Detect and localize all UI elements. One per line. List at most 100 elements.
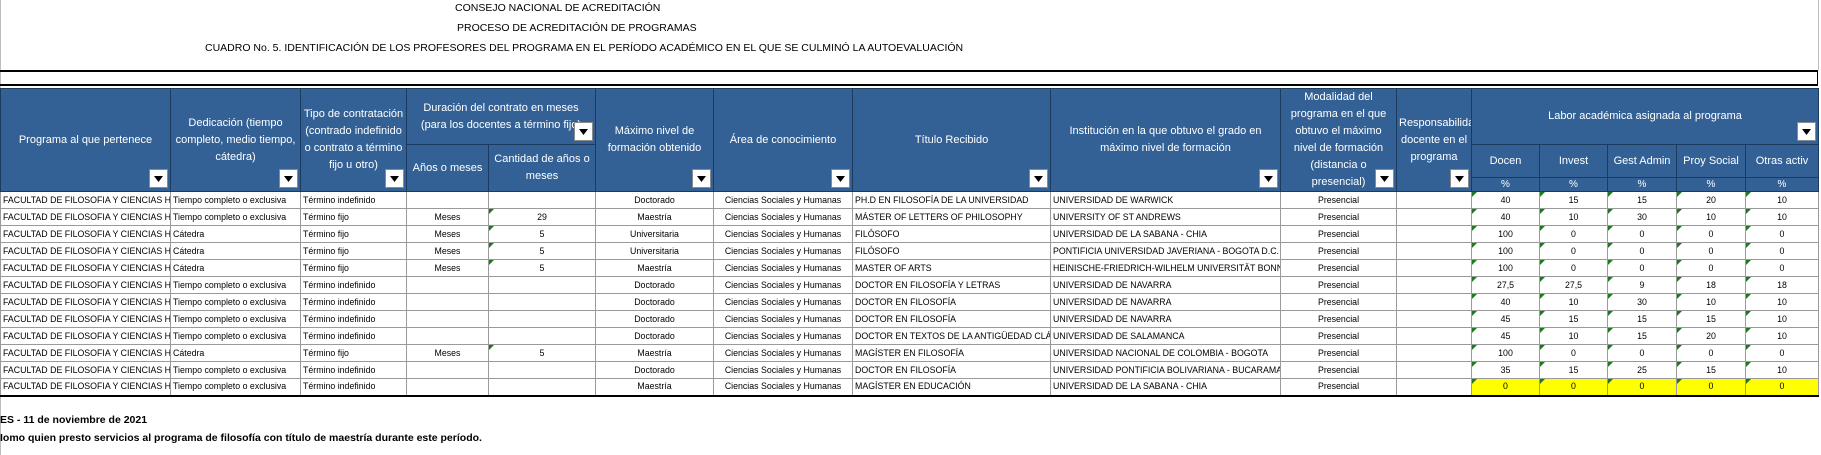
cell-responsabilidad[interactable] [1396, 378, 1472, 397]
cell-responsabilidad[interactable] [1396, 208, 1472, 226]
cell-modalidad[interactable]: Presencial [1280, 225, 1397, 243]
cell-nivel[interactable]: Doctorado [595, 310, 714, 328]
cell-invest[interactable]: 0 [1539, 225, 1608, 243]
cell-proy-social[interactable]: 15 [1676, 310, 1746, 328]
cell-tipo[interactable]: Término indefinido [300, 361, 407, 379]
cell-anos-meses[interactable]: Meses [406, 225, 489, 243]
cell-programa[interactable]: FACULTAD DE FILOSOFIA Y CIENCIAS HUMANAS [0, 191, 171, 209]
cell-anos-meses[interactable] [406, 276, 489, 294]
cell-institucion[interactable]: UNIVERSIDAD PONTIFICIA BOLIVARIANA - BUC… [1050, 361, 1281, 379]
cell-docen[interactable]: 100 [1471, 259, 1540, 277]
cell-invest[interactable]: 0 [1539, 242, 1608, 260]
cell-programa[interactable]: FACULTAD DE FILOSOFIA Y CIENCIAS HUMANAS [0, 208, 171, 226]
cell-dedicacion[interactable]: Cátedra [170, 225, 301, 243]
cell-titulo[interactable]: MÁSTER OF LETTERS OF PHILOSOPHY [852, 208, 1051, 226]
cell-titulo[interactable]: MAGÍSTER EN EDUCACIÓN [852, 378, 1051, 397]
table-row[interactable]: FACULTAD DE FILOSOFIA Y CIENCIAS HUMANAS… [0, 378, 1820, 397]
cell-cantidad[interactable] [488, 293, 596, 311]
cell-dedicacion[interactable]: Tiempo completo o exclusiva [170, 378, 301, 397]
cell-cantidad[interactable] [488, 310, 596, 328]
cell-titulo[interactable]: DOCTOR EN TEXTOS DE LA ANTIGÜEDAD CLÁSIC… [852, 327, 1051, 345]
cell-institucion[interactable]: UNIVERSIDAD DE WARWICK [1050, 191, 1281, 209]
cell-cantidad[interactable]: 5 [488, 259, 596, 277]
cell-anos-meses[interactable] [406, 310, 489, 328]
cell-cantidad[interactable]: 5 [488, 242, 596, 260]
cell-responsabilidad[interactable] [1396, 276, 1472, 294]
cell-gest-admin[interactable]: 0 [1607, 242, 1677, 260]
table-row[interactable]: FACULTAD DE FILOSOFIA Y CIENCIAS HUMANAS… [0, 310, 1820, 328]
cell-responsabilidad[interactable] [1396, 225, 1472, 243]
cell-programa[interactable]: FACULTAD DE FILOSOFIA Y CIENCIAS HUMANAS [0, 259, 171, 277]
cell-area[interactable]: Ciencias Sociales y Humanas [713, 293, 853, 311]
cell-modalidad[interactable]: Presencial [1280, 361, 1397, 379]
cell-programa[interactable]: FACULTAD DE FILOSOFIA Y CIENCIAS HUMANAS [0, 293, 171, 311]
cell-titulo[interactable]: DOCTOR EN FILOSOFÍA Y LETRAS [852, 276, 1051, 294]
cell-docen[interactable]: 27,5 [1471, 276, 1540, 294]
cell-cantidad[interactable] [488, 378, 596, 397]
cell-anos-meses[interactable]: Meses [406, 242, 489, 260]
cell-dedicacion[interactable]: Tiempo completo o exclusiva [170, 361, 301, 379]
cell-gest-admin[interactable]: 0 [1607, 344, 1677, 362]
cell-institucion[interactable]: HEINISCHE-FRIEDRICH-WILHELM UNIVERSITÄT … [1050, 259, 1281, 277]
cell-programa[interactable]: FACULTAD DE FILOSOFIA Y CIENCIAS HUMANAS [0, 276, 171, 294]
cell-tipo[interactable]: Término indefinido [300, 378, 407, 397]
cell-proy-social[interactable]: 20 [1676, 191, 1746, 209]
cell-modalidad[interactable]: Presencial [1280, 191, 1397, 209]
cell-titulo[interactable]: MASTER OF ARTS [852, 259, 1051, 277]
table-row[interactable]: FACULTAD DE FILOSOFIA Y CIENCIAS HUMANAS… [0, 344, 1820, 362]
cell-responsabilidad[interactable] [1396, 293, 1472, 311]
table-row[interactable]: FACULTAD DE FILOSOFIA Y CIENCIAS HUMANAS… [0, 327, 1820, 345]
cell-area[interactable]: Ciencias Sociales y Humanas [713, 361, 853, 379]
cell-dedicacion[interactable]: Tiempo completo o exclusiva [170, 327, 301, 345]
cell-otras-activ[interactable]: 0 [1744, 344, 1820, 362]
cell-responsabilidad[interactable] [1396, 242, 1472, 260]
cell-docen[interactable]: 45 [1471, 310, 1540, 328]
filter-dropdown-icon[interactable] [279, 169, 298, 188]
cell-docen[interactable]: 100 [1471, 225, 1540, 243]
cell-docen[interactable]: 40 [1471, 208, 1540, 226]
cell-nivel[interactable]: Maestría [595, 378, 714, 397]
cell-otras-activ[interactable]: 18 [1744, 276, 1820, 294]
cell-cantidad[interactable] [488, 191, 596, 209]
cell-proy-social[interactable]: 20 [1676, 327, 1746, 345]
cell-titulo[interactable]: DOCTOR EN FILOSOFÍA [852, 310, 1051, 328]
cell-proy-social[interactable]: 0 [1676, 378, 1746, 397]
cell-titulo[interactable]: FILÓSOFO [852, 225, 1051, 243]
cell-gest-admin[interactable]: 9 [1607, 276, 1677, 294]
cell-otras-activ[interactable]: 0 [1744, 378, 1820, 397]
cell-institucion[interactable]: UNIVERSIDAD DE NAVARRA [1050, 293, 1281, 311]
cell-anos-meses[interactable] [406, 293, 489, 311]
cell-programa[interactable]: FACULTAD DE FILOSOFIA Y CIENCIAS HUMANAS [0, 378, 171, 397]
cell-tipo[interactable]: Término fijo [300, 242, 407, 260]
cell-nivel[interactable]: Universitaria [595, 225, 714, 243]
cell-gest-admin[interactable]: 30 [1607, 208, 1677, 226]
cell-cantidad[interactable] [488, 327, 596, 345]
cell-invest[interactable]: 10 [1539, 293, 1608, 311]
cell-proy-social[interactable]: 0 [1676, 225, 1746, 243]
cell-institucion[interactable]: UNIVERSIDAD DE LA SABANA - CHIA [1050, 225, 1281, 243]
cell-anos-meses[interactable] [406, 378, 489, 397]
cell-dedicacion[interactable]: Cátedra [170, 344, 301, 362]
cell-titulo[interactable]: FILÓSOFO [852, 242, 1051, 260]
cell-dedicacion[interactable]: Tiempo completo o exclusiva [170, 276, 301, 294]
cell-responsabilidad[interactable] [1396, 344, 1472, 362]
cell-proy-social[interactable]: 18 [1676, 276, 1746, 294]
filter-dropdown-icon[interactable] [1797, 122, 1817, 141]
cell-dedicacion[interactable]: Cátedra [170, 259, 301, 277]
cell-invest[interactable]: 27,5 [1539, 276, 1608, 294]
cell-invest[interactable]: 10 [1539, 327, 1608, 345]
cell-otras-activ[interactable]: 10 [1744, 361, 1820, 379]
cell-nivel[interactable]: Doctorado [595, 361, 714, 379]
cell-proy-social[interactable]: 0 [1676, 242, 1746, 260]
cell-gest-admin[interactable]: 0 [1607, 259, 1677, 277]
cell-cantidad[interactable]: 5 [488, 344, 596, 362]
filter-dropdown-icon[interactable] [385, 169, 404, 188]
cell-tipo[interactable]: Término indefinido [300, 191, 407, 209]
cell-dedicacion[interactable]: Tiempo completo o exclusiva [170, 293, 301, 311]
cell-invest[interactable]: 15 [1539, 361, 1608, 379]
cell-institucion[interactable]: UNIVERSIDAD DE LA SABANA - CHIA [1050, 378, 1281, 397]
cell-otras-activ[interactable]: 10 [1744, 310, 1820, 328]
cell-nivel[interactable]: Universitaria [595, 242, 714, 260]
cell-docen[interactable]: 100 [1471, 344, 1540, 362]
cell-otras-activ[interactable]: 10 [1744, 293, 1820, 311]
